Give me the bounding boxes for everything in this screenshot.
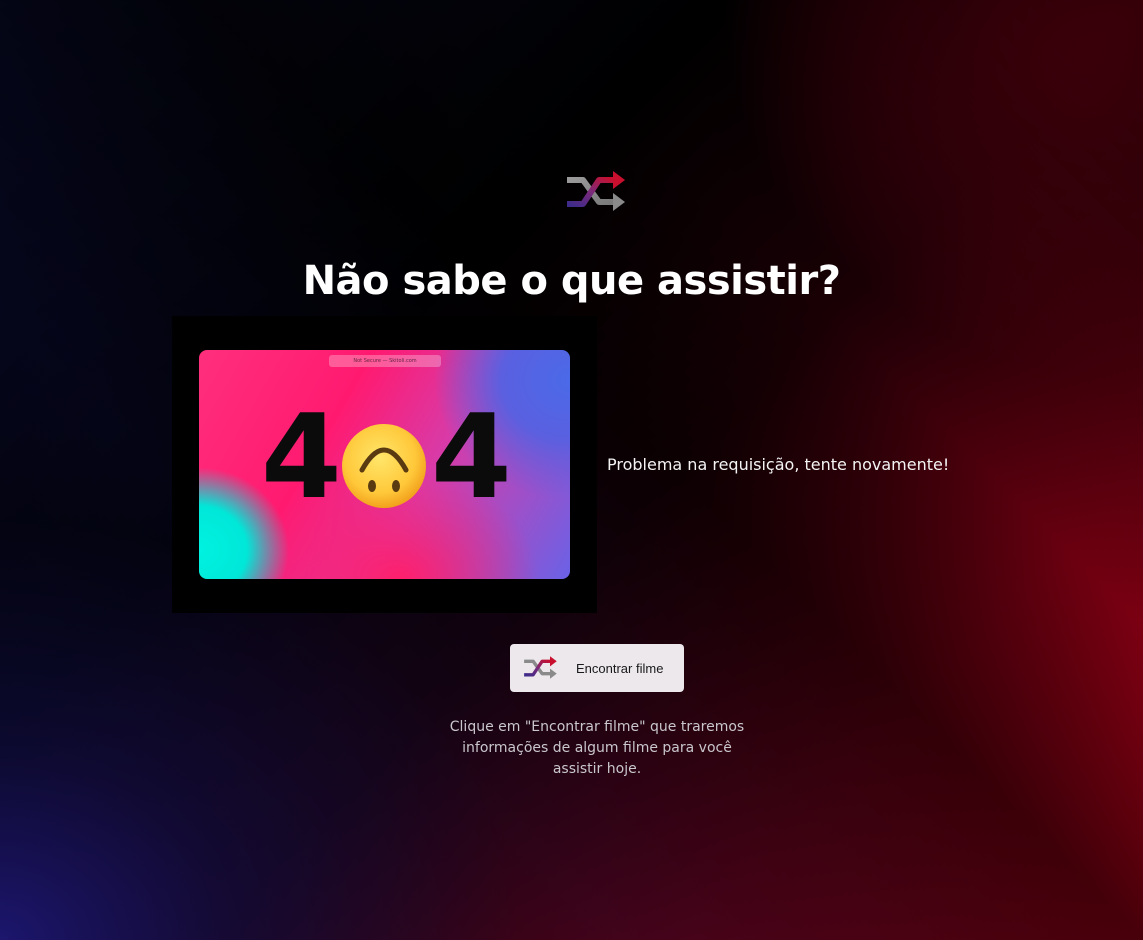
shuffle-icon <box>567 171 625 211</box>
find-movie-button[interactable]: Encontrar filme <box>510 644 684 692</box>
upside-down-face-icon <box>342 424 426 508</box>
page-title: Não sabe o que assistir? <box>302 258 841 304</box>
hint-text: Clique em "Encontrar filme" que traremos… <box>449 719 745 777</box>
digit-right: 4 <box>431 390 512 525</box>
error-404-image: Not Secure — Skitoli.com 4 4 <box>199 350 570 579</box>
shuffle-icon <box>524 656 557 679</box>
error-image-frame: Not Secure — Skitoli.com 4 4 <box>172 316 597 613</box>
find-movie-button-label: Encontrar filme <box>576 660 664 676</box>
url-bar: Not Secure — Skitoli.com <box>329 355 441 367</box>
error-message: Problema na requisição, tente novamente! <box>607 455 950 474</box>
logo-shuffle-icon <box>565 168 629 216</box>
digit-left: 4 <box>261 390 342 525</box>
